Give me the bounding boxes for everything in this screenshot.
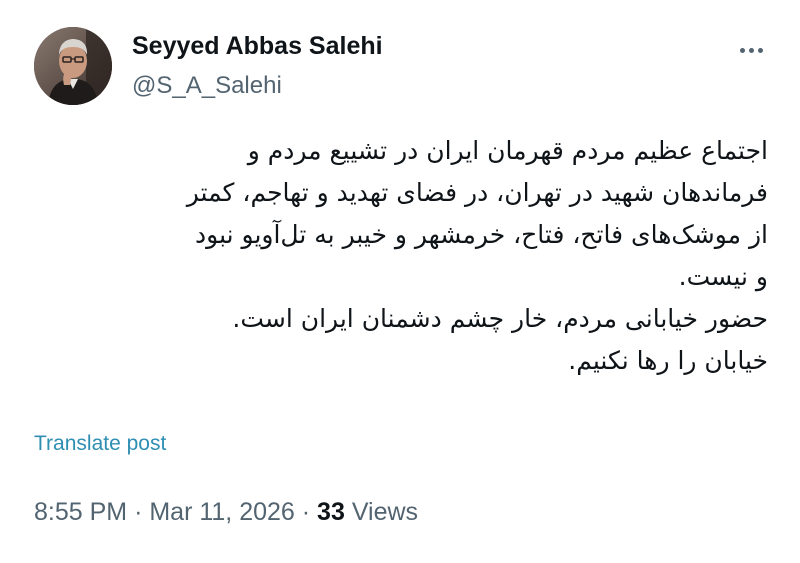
post-line: خیابان را رها نکنیم. [568,346,768,375]
meta-separator: · [301,498,311,526]
views-label: Views [351,498,419,526]
post-line: فرماندهان شهید در تهران، در فضای تهدید و… [186,178,768,207]
author-avatar[interactable] [34,27,112,105]
post-line: اجتماع عظیم مردم قهرمان ایران در تشییع م… [247,136,768,165]
post-line: حضور خیابانی مردم، خار چشم دشمنان ایران … [232,304,768,333]
author-display-name[interactable]: Seyyed Abbas Salehi [132,32,383,61]
avatar-portrait [34,27,112,105]
meta-separator: · [134,498,143,526]
more-dot [748,47,754,53]
post-text: اجتماع عظیم مردم قهرمان ایران در تشییع م… [30,130,768,382]
more-dot [739,47,745,53]
translate-post-link[interactable]: Translate post [34,432,166,456]
post-meta: 8:55 PM · Mar 11, 2026 · 33 Views [34,498,418,527]
more-dot [757,47,763,53]
post-time[interactable]: 8:55 PM [34,498,127,526]
more-options-icon[interactable] [730,40,772,60]
views-count: 33 [317,498,345,526]
author-handle[interactable]: @S_A_Salehi [132,72,282,100]
post-line: از موشک‌های فاتح، فتاح، خرمشهر و خیبر به… [195,220,768,249]
post-line: و نیست. [678,262,768,291]
post-date[interactable]: Mar 11, 2026 [149,498,294,526]
